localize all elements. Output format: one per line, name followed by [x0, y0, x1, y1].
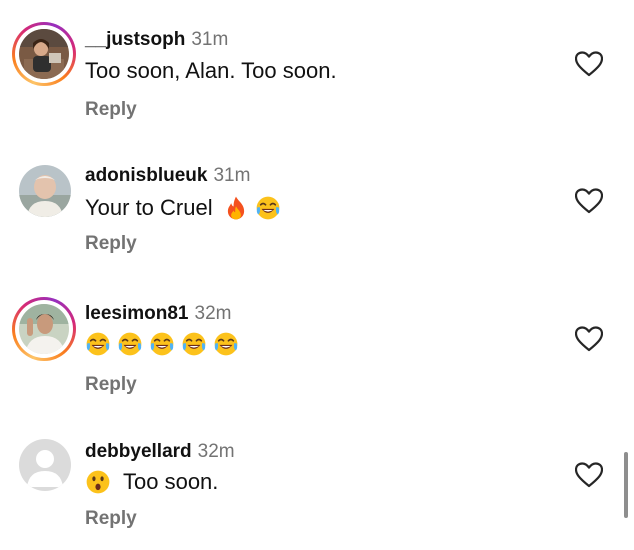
username-text[interactable]: debbyellard [85, 441, 192, 462]
comment-time: 32m [197, 441, 235, 462]
heart-icon[interactable] [575, 51, 603, 77]
comment-body: Your to Cruel [85, 195, 213, 220]
tears-of-joy-emoji [255, 195, 281, 221]
avatar[interactable] [12, 158, 76, 222]
heart-icon[interactable] [575, 188, 603, 214]
avatar[interactable] [12, 432, 76, 496]
comment-username[interactable]: leesimon81 32m [85, 303, 231, 325]
comment-text: Too soon. [85, 468, 218, 496]
avatar[interactable] [12, 297, 76, 361]
avatar-image [19, 439, 71, 491]
comment-time: 31m [213, 165, 251, 186]
heart-icon[interactable] [575, 326, 603, 352]
comment-text [85, 330, 245, 358]
comment-text: Your to Cruel [85, 194, 287, 222]
comment-text: Too soon, Alan. Too soon. [85, 57, 337, 85]
surprised-emoji [85, 469, 111, 495]
tears-of-joy-emoji [117, 331, 143, 357]
reply-button[interactable]: Reply [85, 233, 137, 255]
heart-icon[interactable] [575, 462, 603, 488]
comment-body: Too soon, Alan. Too soon. [85, 58, 337, 83]
username-text[interactable]: __justsoph [85, 29, 185, 50]
comment-time: 32m [194, 303, 232, 324]
tears-of-joy-emoji [181, 331, 207, 357]
tears-of-joy-emoji [213, 331, 239, 357]
comment-body: Too soon. [123, 469, 219, 494]
comment-username[interactable]: adonisblueuk 31m [85, 165, 250, 187]
comment-username[interactable]: debbyellard 32m [85, 441, 235, 463]
avatar-image [19, 304, 69, 354]
reply-button[interactable]: Reply [85, 99, 137, 121]
username-text[interactable]: adonisblueuk [85, 165, 207, 186]
tears-of-joy-emoji [149, 331, 175, 357]
avatar[interactable] [12, 22, 76, 86]
avatar-image [19, 165, 71, 217]
fire-emoji [223, 195, 249, 221]
reply-button[interactable]: Reply [85, 374, 137, 396]
comment-time: 31m [191, 29, 229, 50]
scrollbar[interactable] [624, 452, 628, 518]
comment-username[interactable]: __justsoph 31m [85, 29, 228, 51]
tears-of-joy-emoji [85, 331, 111, 357]
avatar-image [19, 29, 69, 79]
reply-button[interactable]: Reply [85, 508, 137, 530]
username-text[interactable]: leesimon81 [85, 303, 189, 324]
